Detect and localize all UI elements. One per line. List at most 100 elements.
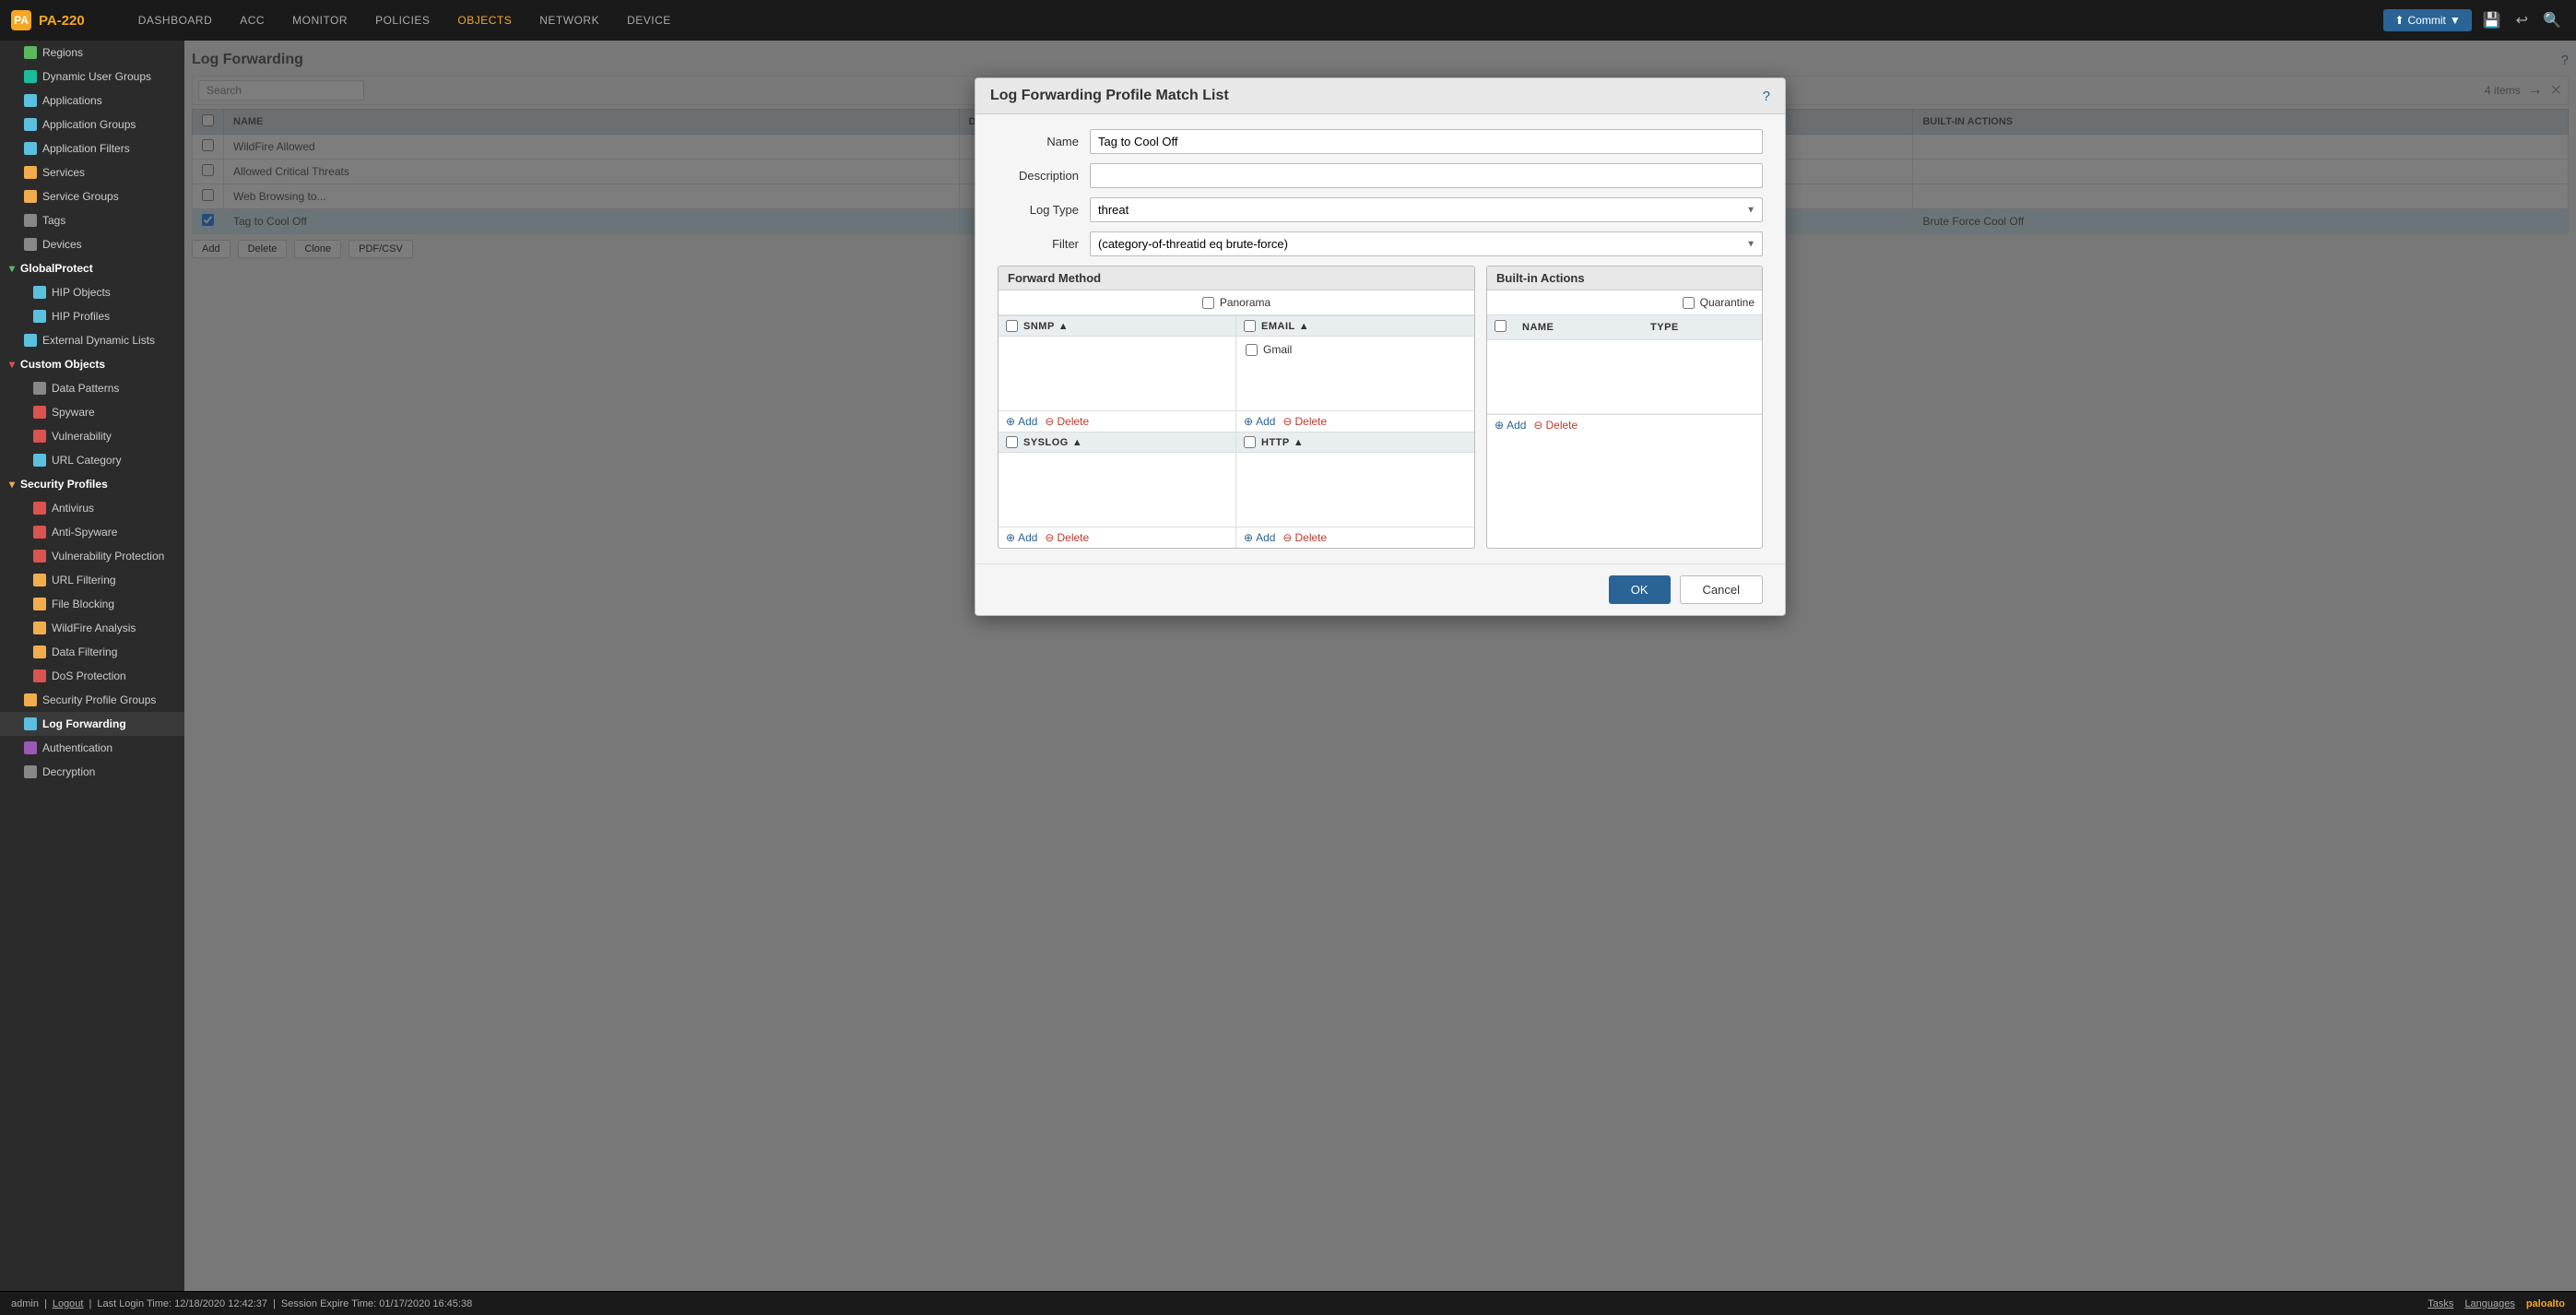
log-type-select[interactable]: threat traffic url wildfire auth decrypt… [1090, 197, 1763, 222]
sidebar-item-data-filtering[interactable]: Data Filtering [0, 640, 184, 664]
syslog-add-link[interactable]: ⊕ Add [1006, 531, 1037, 544]
builtin-delete-link[interactable]: ⊖ Delete [1533, 419, 1578, 432]
sidebar-item-external-dynamic-lists[interactable]: External Dynamic Lists [0, 328, 184, 352]
syslog-header[interactable]: SYSLOG ▲ [998, 432, 1235, 453]
sidebar-item-dos-protection[interactable]: DoS Protection [0, 664, 184, 688]
save-icon[interactable]: 💾 [2479, 7, 2505, 33]
panorama-checkbox[interactable] [1202, 297, 1214, 309]
builtin-select-all[interactable] [1495, 320, 1507, 332]
builtin-add-label: Add [1507, 419, 1526, 432]
sidebar-item-dynamic-user-groups[interactable]: Dynamic User Groups [0, 65, 184, 89]
sidebar-label-application-filters: Application Filters [42, 142, 130, 155]
main-layout: Regions Dynamic User Groups Applications… [0, 41, 2576, 1291]
filter-select[interactable]: (category-of-threatid eq brute-force) [1090, 231, 1763, 256]
quarantine-checkbox[interactable] [1683, 297, 1695, 309]
brand-name: PA-220 [39, 13, 85, 29]
sidebar-item-vulnerability[interactable]: Vulnerability [0, 424, 184, 448]
sidebar-label-hip-profiles: HIP Profiles [52, 310, 110, 323]
sidebar-label-anti-spyware: Anti-Spyware [52, 526, 117, 539]
description-field[interactable] [1090, 163, 1763, 188]
http-add-link[interactable]: ⊕ Add [1244, 531, 1275, 544]
status-user: admin [11, 1298, 39, 1309]
commit-button[interactable]: ⬆ Commit ▼ [2383, 9, 2471, 31]
nav-policies[interactable]: POLICIES [362, 8, 443, 32]
sidebar-item-regions[interactable]: Regions [0, 41, 184, 65]
sidebar-item-spyware[interactable]: Spyware [0, 400, 184, 424]
nav-acc[interactable]: ACC [227, 8, 278, 32]
data-filtering-icon [33, 646, 46, 658]
sidebar-item-application-filters[interactable]: Application Filters [0, 136, 184, 160]
status-languages[interactable]: Languages [2464, 1298, 2514, 1309]
sidebar-item-vulnerability-protection[interactable]: Vulnerability Protection [0, 544, 184, 568]
sidebar-item-file-blocking[interactable]: File Blocking [0, 592, 184, 616]
gmail-checkbox[interactable] [1246, 344, 1258, 356]
name-field[interactable] [1090, 129, 1763, 154]
nav-dashboard[interactable]: DASHBOARD [125, 8, 226, 32]
restore-icon[interactable]: ↩ [2512, 7, 2532, 33]
nav-device[interactable]: DEVICE [614, 8, 684, 32]
syslog-checkbox[interactable] [1006, 436, 1018, 448]
sidebar-item-globalprotect[interactable]: ▾ GlobalProtect [0, 256, 184, 280]
sidebar-item-service-groups[interactable]: Service Groups [0, 184, 184, 208]
sidebar-item-anti-spyware[interactable]: Anti-Spyware [0, 520, 184, 544]
top-nav: PA PA-220 DASHBOARD ACC MONITOR POLICIES… [0, 0, 2576, 41]
sidebar-item-log-forwarding[interactable]: Log Forwarding [0, 712, 184, 736]
sidebar-item-authentication[interactable]: Authentication [0, 736, 184, 760]
sidebar-item-applications[interactable]: Applications [0, 89, 184, 113]
snmp-delete-link[interactable]: ⊖ Delete [1045, 415, 1089, 428]
nav-objects[interactable]: OBJECTS [444, 8, 525, 32]
email-item-gmail[interactable]: Gmail [1240, 340, 1471, 359]
modal-title: Log Forwarding Profile Match List [990, 88, 1229, 104]
cancel-button[interactable]: Cancel [1680, 575, 1763, 604]
modal-help-icon[interactable]: ? [1763, 89, 1770, 104]
builtin-add-link[interactable]: ⊕ Add [1495, 419, 1526, 432]
sidebar-item-tags[interactable]: Tags [0, 208, 184, 232]
http-checkbox[interactable] [1244, 436, 1256, 448]
ok-button[interactable]: OK [1609, 575, 1671, 604]
sidebar-item-wildfire-analysis[interactable]: WildFire Analysis [0, 616, 184, 640]
syslog-add-label: Add [1018, 531, 1037, 544]
email-add-icon: ⊕ [1244, 415, 1253, 428]
nav-right: ⬆ Commit ▼ 💾 ↩ 🔍 [2383, 7, 2565, 33]
syslog-delete-link[interactable]: ⊖ Delete [1045, 531, 1089, 544]
sidebar-item-data-patterns[interactable]: Data Patterns [0, 376, 184, 400]
sidebar-item-application-groups[interactable]: Application Groups [0, 113, 184, 136]
email-add-link[interactable]: ⊕ Add [1244, 415, 1275, 428]
sidebar-label-external-dynamic-lists: External Dynamic Lists [42, 334, 155, 347]
email-header[interactable]: EMAIL ▲ [1236, 316, 1474, 337]
sidebar-item-services[interactable]: Services [0, 160, 184, 184]
brand: PA PA-220 [11, 10, 85, 30]
modal-dialog: Log Forwarding Profile Match List ? Name… [975, 77, 1786, 616]
builtin-delete-label: Delete [1545, 419, 1578, 432]
nav-network[interactable]: NETWORK [526, 8, 612, 32]
status-logout[interactable]: Logout [53, 1298, 84, 1309]
nav-monitor[interactable]: MONITOR [279, 8, 360, 32]
snmp-header[interactable]: SNMP ▲ [998, 316, 1235, 337]
sidebar-item-security-profiles[interactable]: ▾ Security Profiles [0, 472, 184, 496]
status-tasks[interactable]: Tasks [2428, 1298, 2453, 1309]
email-checkbox[interactable] [1244, 320, 1256, 332]
http-delete-link[interactable]: ⊖ Delete [1282, 531, 1327, 544]
dynamic-user-groups-icon [24, 70, 37, 83]
sidebar-item-security-profile-groups[interactable]: Security Profile Groups [0, 688, 184, 712]
sidebar-item-custom-objects[interactable]: ▾ Custom Objects [0, 352, 184, 376]
email-delete-link[interactable]: ⊖ Delete [1282, 415, 1327, 428]
sidebar-item-url-category[interactable]: URL Category [0, 448, 184, 472]
sidebar-item-hip-objects[interactable]: HIP Objects [0, 280, 184, 304]
sections-row: Forward Method Panorama [998, 266, 1763, 549]
sidebar-item-hip-profiles[interactable]: HIP Profiles [0, 304, 184, 328]
sidebar-item-antivirus[interactable]: Antivirus [0, 496, 184, 520]
http-header[interactable]: HTTP ▲ [1236, 432, 1474, 453]
sidebar-item-devices[interactable]: Devices [0, 232, 184, 256]
builtin-table-body [1487, 340, 1762, 414]
builtin-title: Built-in Actions [1487, 267, 1762, 290]
snmp-add-link[interactable]: ⊕ Add [1006, 415, 1037, 428]
http-label: HTTP [1261, 437, 1290, 448]
snmp-checkbox[interactable] [1006, 320, 1018, 332]
sidebar-item-url-filtering[interactable]: URL Filtering [0, 568, 184, 592]
snmp-footer: ⊕ Add ⊖ Delete [998, 410, 1235, 432]
search-icon[interactable]: 🔍 [2539, 7, 2565, 33]
file-blocking-icon [33, 598, 46, 610]
sidebar-label-wildfire-analysis: WildFire Analysis [52, 622, 136, 634]
sidebar-item-decryption[interactable]: Decryption [0, 760, 184, 784]
